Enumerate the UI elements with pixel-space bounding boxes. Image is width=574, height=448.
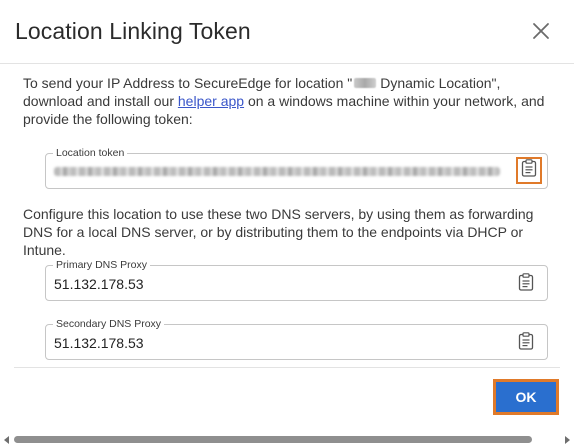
dialog-footer: OK	[0, 369, 574, 433]
location-token-label: Location token	[53, 146, 128, 160]
secondary-dns-value: 51.132.178.53	[54, 335, 144, 351]
location-linking-token-dialog: Location Linking Token To send your IP A…	[0, 0, 574, 448]
location-token-field[interactable]: Location token	[45, 146, 548, 189]
clipboard-icon	[521, 159, 537, 182]
clipboard-icon	[518, 272, 534, 296]
scrollbar-thumb[interactable]	[14, 436, 532, 443]
location-token-value-redacted	[54, 167, 500, 176]
scroll-right-arrow-icon[interactable]	[565, 436, 570, 444]
primary-dns-label: Primary DNS Proxy	[53, 258, 151, 272]
helper-app-link[interactable]: helper app	[178, 93, 244, 109]
primary-dns-field[interactable]: Primary DNS Proxy 51.132.178.53	[45, 258, 548, 301]
dns-instructions: Configure this location to use these two…	[23, 206, 534, 258]
dialog-title: Location Linking Token	[15, 18, 251, 44]
close-icon[interactable]	[532, 22, 550, 40]
copy-token-button[interactable]	[516, 157, 542, 184]
dialog-content: To send your IP Address to SecureEdge fo…	[14, 64, 560, 368]
ok-button-highlight: OK	[493, 379, 559, 415]
intro-text: To send your IP Address to SecureEdge fo…	[23, 74, 563, 128]
copy-secondary-dns-button[interactable]	[514, 331, 538, 355]
redacted-location-name	[354, 78, 377, 89]
intro-prefix: To send your IP Address to SecureEdge fo…	[23, 75, 353, 91]
scroll-left-arrow-icon[interactable]	[4, 436, 9, 444]
intro-location: Dynamic Location	[380, 75, 492, 91]
primary-dns-value: 51.132.178.53	[54, 276, 144, 292]
copy-primary-dns-button[interactable]	[514, 272, 538, 296]
secondary-dns-field[interactable]: Secondary DNS Proxy 51.132.178.53	[45, 317, 548, 360]
ok-button[interactable]: OK	[496, 382, 556, 412]
clipboard-icon	[518, 331, 534, 355]
horizontal-scrollbar[interactable]	[4, 435, 570, 444]
dialog-header: Location Linking Token	[0, 0, 574, 64]
secondary-dns-label: Secondary DNS Proxy	[53, 317, 165, 331]
